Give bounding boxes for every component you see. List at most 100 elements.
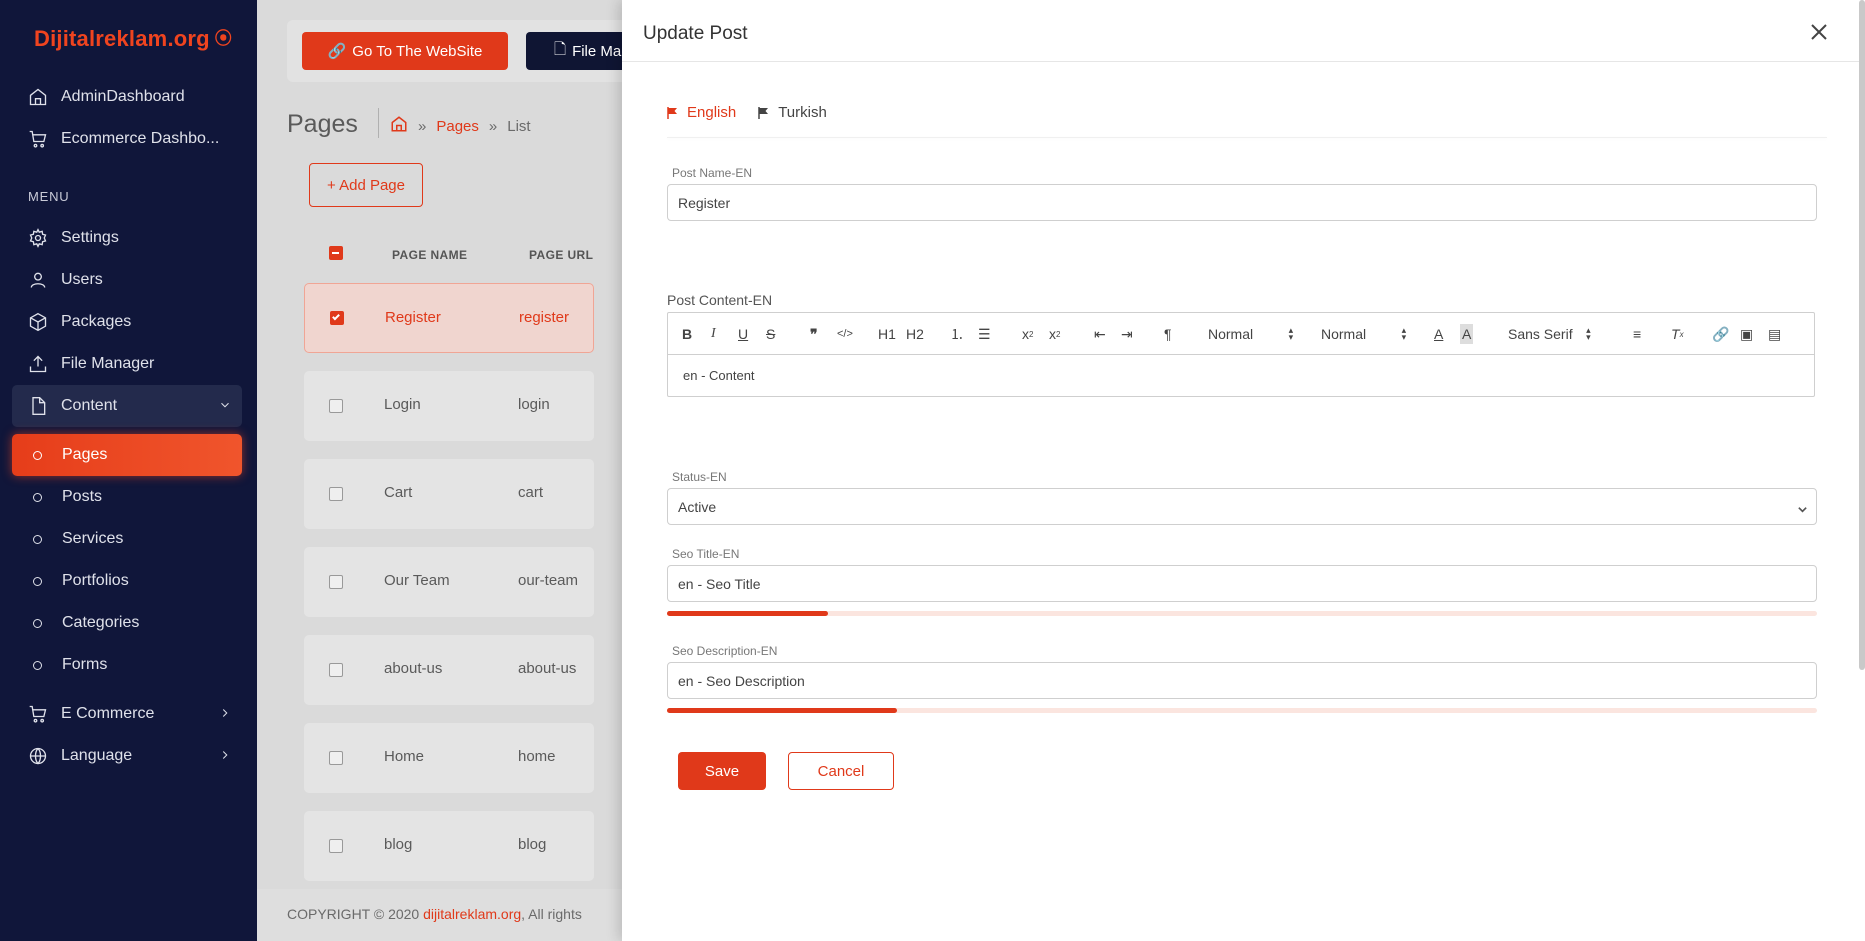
sidebar-item-language[interactable]: Language bbox=[12, 735, 242, 777]
link-icon[interactable]: 🔗 bbox=[1712, 324, 1729, 344]
strike-icon[interactable]: S bbox=[766, 324, 775, 344]
sidebar-item-label: Portfolios bbox=[62, 572, 129, 589]
h1-label: H1 bbox=[878, 326, 896, 342]
size-select[interactable]: Normal ▴ ▾ bbox=[1208, 324, 1293, 344]
brand-logo[interactable]: Dijitalreklam.org ⦿ bbox=[34, 24, 232, 52]
video-icon[interactable]: ▤ bbox=[1768, 324, 1781, 344]
table-row[interactable]: Our Team our-team bbox=[304, 547, 594, 617]
indent-icon[interactable]: ⇥ bbox=[1121, 324, 1133, 344]
row-checkbox[interactable] bbox=[329, 399, 343, 413]
row-checkbox[interactable] bbox=[329, 839, 343, 853]
page-url-cell: our-team bbox=[518, 572, 579, 589]
gear-icon bbox=[28, 228, 48, 248]
footer-link[interactable]: dijitalreklam.org bbox=[423, 906, 521, 922]
scrollbar[interactable] bbox=[1859, 0, 1865, 670]
post-content-label: Post Content-EN bbox=[667, 292, 773, 308]
go-to-website-button[interactable]: 🔗 Go To The WebSite bbox=[302, 32, 508, 70]
footer-copyright: COPYRIGHT © 2020 dijitalreklam.org, All … bbox=[287, 906, 582, 922]
sidebar-item-settings[interactable]: Settings bbox=[12, 217, 242, 259]
editor-toolbar: B I U S ❞ </> H1 H2 ⒈ ☰ x2 x2 ⇤ ⇥ ¶ Norm… bbox=[668, 313, 1814, 355]
circle-icon bbox=[33, 492, 42, 502]
sidebar-item-label: Settings bbox=[61, 229, 119, 246]
sidebar-item-pages[interactable]: Pages bbox=[12, 434, 242, 476]
subscript-icon[interactable]: x2 bbox=[1022, 324, 1033, 344]
close-icon[interactable] bbox=[1809, 22, 1829, 42]
rich-text-editor: B I U S ❞ </> H1 H2 ⒈ ☰ x2 x2 ⇤ ⇥ ¶ Norm… bbox=[667, 312, 1815, 397]
sidebar-item-ecommerce[interactable]: E Commerce bbox=[12, 693, 242, 735]
row-checkbox[interactable] bbox=[330, 311, 344, 325]
italic-icon[interactable]: I bbox=[711, 324, 716, 344]
cart-icon bbox=[28, 704, 48, 724]
row-checkbox[interactable] bbox=[329, 751, 343, 765]
sidebar-item-label: Forms bbox=[62, 656, 108, 673]
clear-format-icon[interactable]: Tx bbox=[1671, 324, 1684, 344]
sidebar-item-ecommerce-dashboard[interactable]: Ecommerce Dashbo... bbox=[12, 118, 242, 160]
header1-icon[interactable]: H1 bbox=[878, 324, 896, 344]
sidebar-item-forms[interactable]: Forms bbox=[12, 644, 242, 686]
seo-description-input[interactable]: en - Seo Description bbox=[667, 662, 1817, 699]
seo-title-label: Seo Title-EN bbox=[672, 547, 740, 561]
sidebar-item-packages[interactable]: Packages bbox=[12, 301, 242, 343]
seo-title-input[interactable]: en - Seo Title bbox=[667, 565, 1817, 602]
sidebar-item-categories[interactable]: Categories bbox=[12, 602, 242, 644]
breadcrumb-pages-link[interactable]: Pages bbox=[436, 118, 479, 135]
sidebar-item-portfolios[interactable]: Portfolios bbox=[12, 560, 242, 602]
add-page-button[interactable]: + Add Page bbox=[309, 163, 423, 207]
status-select[interactable]: Active bbox=[667, 488, 1817, 525]
save-button[interactable]: Save bbox=[678, 752, 766, 790]
blockquote-icon[interactable]: ❞ bbox=[810, 324, 818, 344]
sidebar-item-admin-dashboard[interactable]: AdminDashboard bbox=[12, 76, 242, 118]
background-color-icon[interactable]: A bbox=[1460, 324, 1474, 344]
editor-content[interactable]: en - Content bbox=[683, 368, 755, 383]
table-row[interactable]: about-us about-us bbox=[304, 635, 594, 705]
page-name-cell: about-us bbox=[384, 660, 443, 677]
align-icon[interactable]: ≡ bbox=[1633, 324, 1641, 344]
font-select[interactable]: Sans Serif ▴ ▾ bbox=[1508, 324, 1591, 344]
tab-english[interactable]: English bbox=[667, 104, 736, 121]
sidebar-item-label: AdminDashboard bbox=[61, 88, 185, 105]
image-icon[interactable]: ▣ bbox=[1740, 324, 1753, 344]
table-row[interactable]: blog blog bbox=[304, 811, 594, 881]
select-value: Normal bbox=[1208, 326, 1254, 342]
text-direction-icon[interactable]: ¶ bbox=[1164, 324, 1172, 344]
code-icon[interactable]: </> bbox=[837, 324, 853, 344]
package-icon bbox=[28, 312, 48, 332]
page-url-cell: home bbox=[518, 748, 556, 765]
home-icon bbox=[28, 87, 48, 107]
row-checkbox[interactable] bbox=[329, 663, 343, 677]
select-arrows-icon: ▴ ▾ bbox=[1288, 325, 1294, 342]
column-header-page-name[interactable]: PAGE NAME bbox=[392, 248, 467, 262]
superscript-icon[interactable]: x2 bbox=[1049, 324, 1060, 344]
home-icon[interactable] bbox=[390, 115, 408, 137]
sidebar-item-label: E Commerce bbox=[61, 705, 155, 722]
row-checkbox[interactable] bbox=[329, 487, 343, 501]
table-row[interactable]: Register register bbox=[304, 283, 594, 353]
ordered-list-icon[interactable]: ⒈ bbox=[950, 324, 964, 344]
tab-divider bbox=[667, 137, 1827, 138]
cancel-button[interactable]: Cancel bbox=[788, 752, 894, 790]
sidebar-item-file-manager[interactable]: File Manager bbox=[12, 343, 242, 385]
font-color-icon[interactable]: A bbox=[1434, 324, 1443, 344]
file-icon bbox=[28, 396, 48, 416]
sidebar-item-users[interactable]: Users bbox=[12, 259, 242, 301]
select-all-checkbox[interactable] bbox=[329, 246, 343, 260]
outdent-icon[interactable]: ⇤ bbox=[1094, 324, 1106, 344]
flag-icon bbox=[758, 106, 769, 119]
sidebar-item-services[interactable]: Services bbox=[12, 518, 242, 560]
row-checkbox[interactable] bbox=[329, 575, 343, 589]
underline-icon[interactable]: U bbox=[738, 324, 748, 344]
sidebar-item-content[interactable]: Content bbox=[12, 385, 242, 427]
tab-turkish[interactable]: Turkish bbox=[758, 104, 827, 121]
sidebar-item-posts[interactable]: Posts bbox=[12, 476, 242, 518]
bold-icon[interactable]: B bbox=[682, 324, 692, 344]
post-name-input[interactable]: Register bbox=[667, 184, 1817, 221]
sidebar-item-label: Categories bbox=[62, 614, 140, 631]
table-row[interactable]: Cart cart bbox=[304, 459, 594, 529]
footer-prefix: COPYRIGHT © 2020 bbox=[287, 906, 424, 922]
bullet-list-icon[interactable]: ☰ bbox=[978, 324, 991, 344]
column-header-page-url[interactable]: PAGE URL bbox=[529, 248, 593, 262]
header-select[interactable]: Normal ▴ ▾ bbox=[1321, 324, 1406, 344]
header2-icon[interactable]: H2 bbox=[906, 324, 924, 344]
table-row[interactable]: Home home bbox=[304, 723, 594, 793]
table-row[interactable]: Login login bbox=[304, 371, 594, 441]
